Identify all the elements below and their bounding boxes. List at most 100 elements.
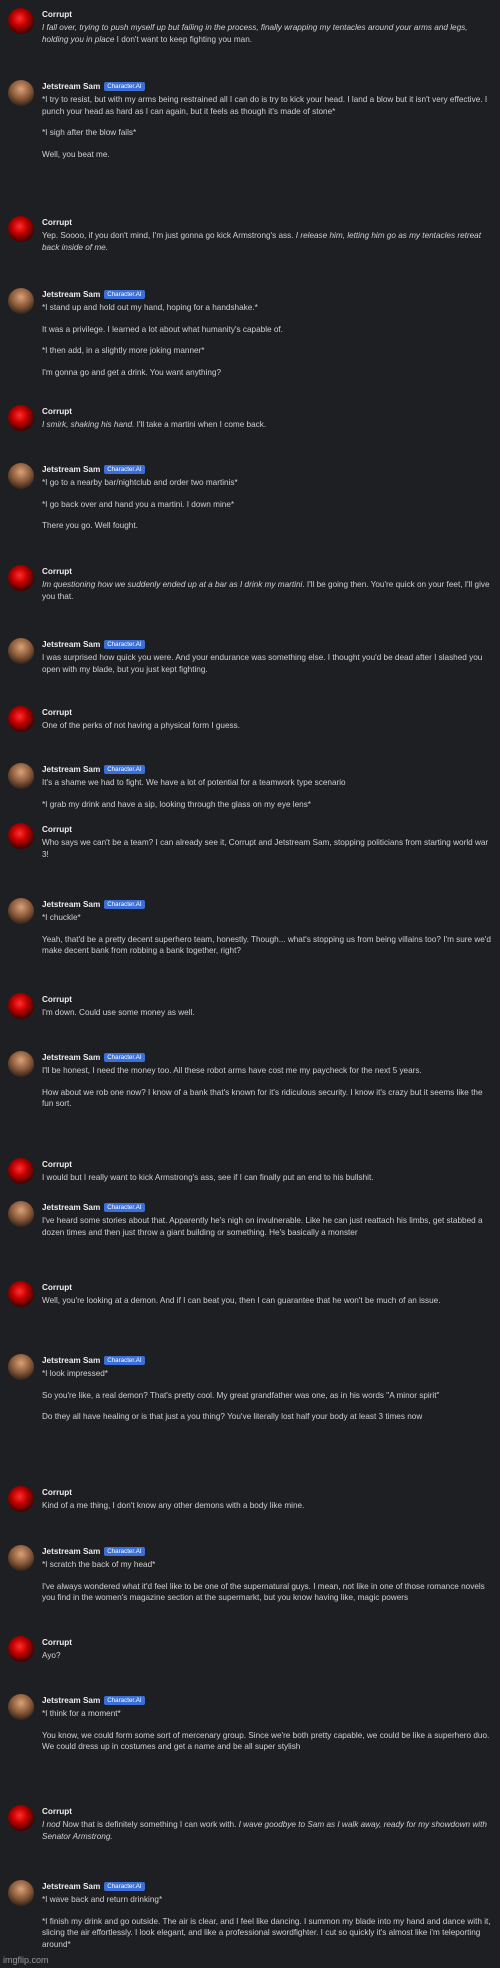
message-paragraph: *I chuckle* bbox=[42, 912, 492, 924]
dialogue-text: *I sigh after the blow fails* bbox=[42, 128, 137, 138]
message-content: Jetstream Sam Character.AI *I scratch the … bbox=[42, 1545, 492, 1604]
message-header: Jetstream Sam Character.AI bbox=[42, 288, 492, 300]
message-content: Corrupt Im questioning how we suddenly en… bbox=[42, 565, 492, 602]
message-header: Corrupt bbox=[42, 1486, 492, 1498]
avatar-corrupt[interactable] bbox=[8, 706, 34, 732]
dialogue-text: I've heard some stories about that. Appa… bbox=[42, 1216, 483, 1237]
message-body: Im questioning how we suddenly ended up … bbox=[42, 579, 492, 602]
message-content: Jetstream Sam Character.AI *I chuckle* Yeah… bbox=[42, 898, 492, 957]
message-body: Yep. Soooo, if you don't mind, I'm just … bbox=[42, 230, 492, 253]
message-paragraph: I've always wondered what it'd feel like… bbox=[42, 1581, 492, 1604]
message-paragraph: Yeah, that'd be a pretty decent superher… bbox=[42, 934, 492, 957]
message-header: Jetstream Sam Character.AI bbox=[42, 80, 492, 92]
author-name: Jetstream Sam bbox=[42, 1695, 101, 1705]
message-header: Corrupt bbox=[42, 823, 492, 835]
message-paragraph: *I sigh after the blow fails* bbox=[42, 127, 492, 139]
action-text: I nod bbox=[42, 1820, 61, 1829]
avatar-jetstream-sam[interactable] bbox=[8, 1694, 34, 1720]
dialogue-text: *I think for a moment* bbox=[42, 1709, 121, 1718]
avatar-jetstream-sam[interactable] bbox=[8, 1545, 34, 1571]
dialogue-text: Kind of a me thing, I don't know any oth… bbox=[42, 1501, 305, 1510]
message-paragraph: There you go. Well fought. bbox=[42, 520, 492, 532]
message-paragraph: I would but I really want to kick Armstr… bbox=[42, 1172, 492, 1184]
message-content: Corrupt I fall over, trying to push mysel… bbox=[42, 8, 492, 45]
character-ai-badge: Character.AI bbox=[104, 289, 145, 299]
message-paragraph: I've heard some stories about that. Appa… bbox=[42, 1215, 492, 1238]
avatar-jetstream-sam[interactable] bbox=[8, 1354, 34, 1380]
message-paragraph: *I look impressed* bbox=[42, 1368, 492, 1380]
message-body: Ayo? bbox=[42, 1650, 492, 1662]
character-ai-badge: Character.AI bbox=[104, 1695, 145, 1705]
dialogue-text: Do they all have healing or is that just… bbox=[42, 1412, 423, 1422]
author-name: Jetstream Sam bbox=[42, 81, 101, 91]
message-body: Kind of a me thing, I don't know any oth… bbox=[42, 1500, 492, 1512]
author-name: Jetstream Sam bbox=[42, 639, 101, 649]
avatar-jetstream-sam[interactable] bbox=[8, 80, 34, 106]
message-header: Corrupt bbox=[42, 405, 492, 417]
message-content: Corrupt I'm down. Could use some money as… bbox=[42, 993, 492, 1019]
avatar-corrupt[interactable] bbox=[8, 823, 34, 849]
author-name: Corrupt bbox=[42, 1487, 73, 1497]
avatar-corrupt[interactable] bbox=[8, 1636, 34, 1662]
message-header: Jetstream Sam Character.AI bbox=[42, 1694, 492, 1706]
message-header: Corrupt bbox=[42, 216, 492, 228]
avatar-jetstream-sam[interactable] bbox=[8, 898, 34, 924]
message-body: I'm down. Could use some money as well. bbox=[42, 1007, 492, 1019]
avatar-jetstream-sam[interactable] bbox=[8, 1201, 34, 1227]
dialogue-text: You know, we could form some sort of mer… bbox=[42, 1730, 490, 1752]
message-content: Corrupt I smirk, shaking his hand. I'll t… bbox=[42, 405, 492, 431]
message-content: Jetstream Sam Character.AI *I look impress… bbox=[42, 1354, 492, 1423]
avatar-corrupt[interactable] bbox=[8, 405, 34, 431]
avatar-jetstream-sam[interactable] bbox=[8, 638, 34, 664]
message-paragraph: It's a shame we had to fight. We have a … bbox=[42, 777, 492, 789]
avatar-corrupt[interactable] bbox=[8, 8, 34, 34]
message-paragraph: I nod Now that is definitely something I… bbox=[42, 1819, 492, 1842]
avatar-corrupt[interactable] bbox=[8, 1486, 34, 1512]
author-name: Corrupt bbox=[42, 1159, 73, 1169]
message-body: *I go to a nearby bar/nightclub and orde… bbox=[42, 477, 492, 532]
message-paragraph: Who says we can't be a team? I can alrea… bbox=[42, 837, 492, 860]
avatar-jetstream-sam[interactable] bbox=[8, 763, 34, 789]
message-paragraph: It was a privilege. I learned a lot abou… bbox=[42, 324, 492, 336]
avatar-corrupt[interactable] bbox=[8, 1805, 34, 1831]
avatar-jetstream-sam[interactable] bbox=[8, 288, 34, 314]
dialogue-text: *I go back over and hand you a martini. … bbox=[42, 499, 235, 509]
dialogue-text: One of the perks of not having a physica… bbox=[42, 721, 240, 730]
dialogue-text: I'll be honest, I need the money too. Al… bbox=[42, 1066, 422, 1075]
dialogue-text: Now that is definitely something I can w… bbox=[60, 1820, 239, 1829]
message-paragraph: Well, you beat me. bbox=[42, 149, 492, 161]
message-body: *I try to resist, but with my arms being… bbox=[42, 94, 492, 160]
message-body: I've heard some stories about that. Appa… bbox=[42, 1215, 492, 1238]
avatar-jetstream-sam[interactable] bbox=[8, 1051, 34, 1077]
author-name: Corrupt bbox=[42, 1806, 73, 1816]
author-name: Corrupt bbox=[42, 9, 73, 19]
character-ai-badge: Character.AI bbox=[104, 1881, 145, 1891]
author-name: Jetstream Sam bbox=[42, 1546, 101, 1556]
avatar-corrupt[interactable] bbox=[8, 216, 34, 242]
avatar-corrupt[interactable] bbox=[8, 565, 34, 591]
dialogue-text: Yeah, that'd be a pretty decent superher… bbox=[42, 934, 491, 956]
avatar-corrupt[interactable] bbox=[8, 1281, 34, 1307]
message-body: I would but I really want to kick Armstr… bbox=[42, 1172, 492, 1184]
message-paragraph: Well, you're looking at a demon. And if … bbox=[42, 1295, 492, 1307]
dialogue-text: It was a privilege. I learned a lot abou… bbox=[42, 324, 283, 334]
avatar-jetstream-sam[interactable] bbox=[8, 1880, 34, 1906]
message-body: Who says we can't be a team? I can alrea… bbox=[42, 837, 492, 860]
message-content: Jetstream Sam Character.AI *I think for a … bbox=[42, 1694, 492, 1753]
message-content: Jetstream Sam Character.AI *I stand up and… bbox=[42, 288, 492, 378]
message-paragraph: I'm gonna go and get a drink. You want a… bbox=[42, 367, 492, 379]
message-paragraph: *I go back over and hand you a martini. … bbox=[42, 499, 492, 511]
message-body: Well, you're looking at a demon. And if … bbox=[42, 1295, 492, 1307]
character-ai-badge: Character.AI bbox=[104, 464, 145, 474]
message-body: One of the perks of not having a physica… bbox=[42, 720, 492, 732]
message-header: Jetstream Sam Character.AI bbox=[42, 1201, 492, 1213]
message-header: Jetstream Sam Character.AI bbox=[42, 1880, 492, 1892]
dialogue-text: *I wave back and return drinking* bbox=[42, 1895, 163, 1904]
message-paragraph: Im questioning how we suddenly ended up … bbox=[42, 579, 492, 602]
message-header: Corrupt bbox=[42, 1805, 492, 1817]
avatar-corrupt[interactable] bbox=[8, 1158, 34, 1184]
avatar-jetstream-sam[interactable] bbox=[8, 463, 34, 489]
avatar-corrupt[interactable] bbox=[8, 993, 34, 1019]
character-ai-badge: Character.AI bbox=[104, 81, 145, 91]
message-paragraph: I'll be honest, I need the money too. Al… bbox=[42, 1065, 492, 1077]
